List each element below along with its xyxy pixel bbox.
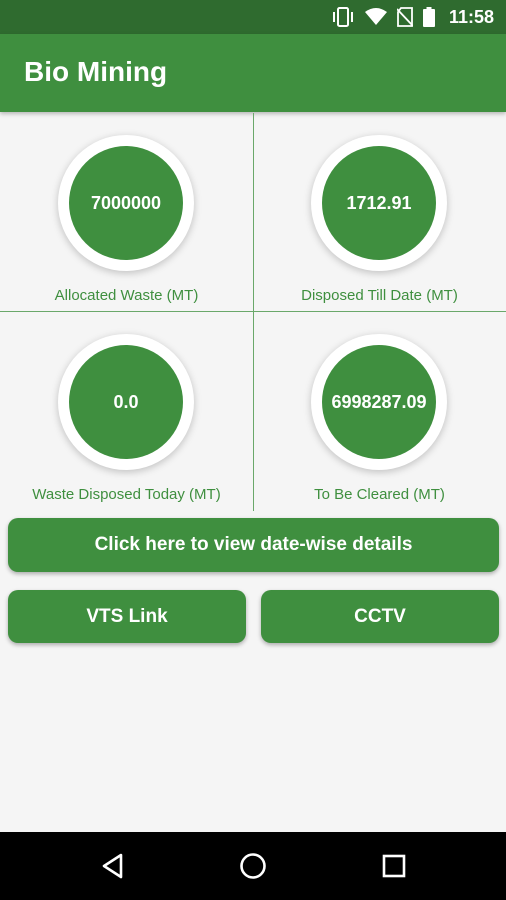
stat-circle: 6998287.09 xyxy=(311,334,447,470)
vibrate-icon xyxy=(331,7,355,27)
status-time: 11:58 xyxy=(448,6,494,27)
wifi-icon xyxy=(364,8,387,26)
app-bar: Bio Mining xyxy=(0,34,506,112)
cctv-button[interactable]: CCTV xyxy=(261,590,499,643)
stat-value: 7000000 xyxy=(69,146,183,260)
horizontal-divider xyxy=(0,311,506,312)
stat-card-waste-disposed-today: 0.0 Waste Disposed Today (MT) xyxy=(0,312,253,510)
no-sim-icon xyxy=(396,7,413,27)
navigation-bar xyxy=(0,832,506,900)
stat-value: 1712.91 xyxy=(322,146,436,260)
stat-circle: 7000000 xyxy=(58,135,194,271)
date-wise-details-button[interactable]: Click here to view date-wise details xyxy=(8,518,499,572)
stat-card-disposed-till-date: 1712.91 Disposed Till Date (MT) xyxy=(253,113,506,311)
stat-label: Disposed Till Date (MT) xyxy=(301,287,458,304)
status-bar: 11:58 xyxy=(0,0,506,34)
stat-circle: 1712.91 xyxy=(311,135,447,271)
app-title: Bio Mining xyxy=(24,56,168,87)
stat-label: To Be Cleared (MT) xyxy=(314,486,445,503)
stat-value: 0.0 xyxy=(69,345,183,459)
stat-card-allocated-waste: 7000000 Allocated Waste (MT) xyxy=(0,113,253,311)
vertical-divider xyxy=(253,113,254,511)
stats-grid: 7000000 Allocated Waste (MT) 1712.91 Dis… xyxy=(0,113,506,511)
stat-label: Waste Disposed Today (MT) xyxy=(32,486,221,503)
stat-circle: 0.0 xyxy=(58,334,194,470)
battery-icon xyxy=(422,7,435,27)
status-icons: 11:58 xyxy=(331,0,494,34)
stat-card-to-be-cleared: 6998287.09 To Be Cleared (MT) xyxy=(253,312,506,510)
recents-icon[interactable] xyxy=(378,850,410,882)
stat-label: Allocated Waste (MT) xyxy=(54,287,199,304)
home-icon[interactable] xyxy=(237,850,269,882)
vts-link-button[interactable]: VTS Link xyxy=(8,590,246,643)
stat-value: 6998287.09 xyxy=(322,345,436,459)
back-icon[interactable] xyxy=(97,850,129,882)
